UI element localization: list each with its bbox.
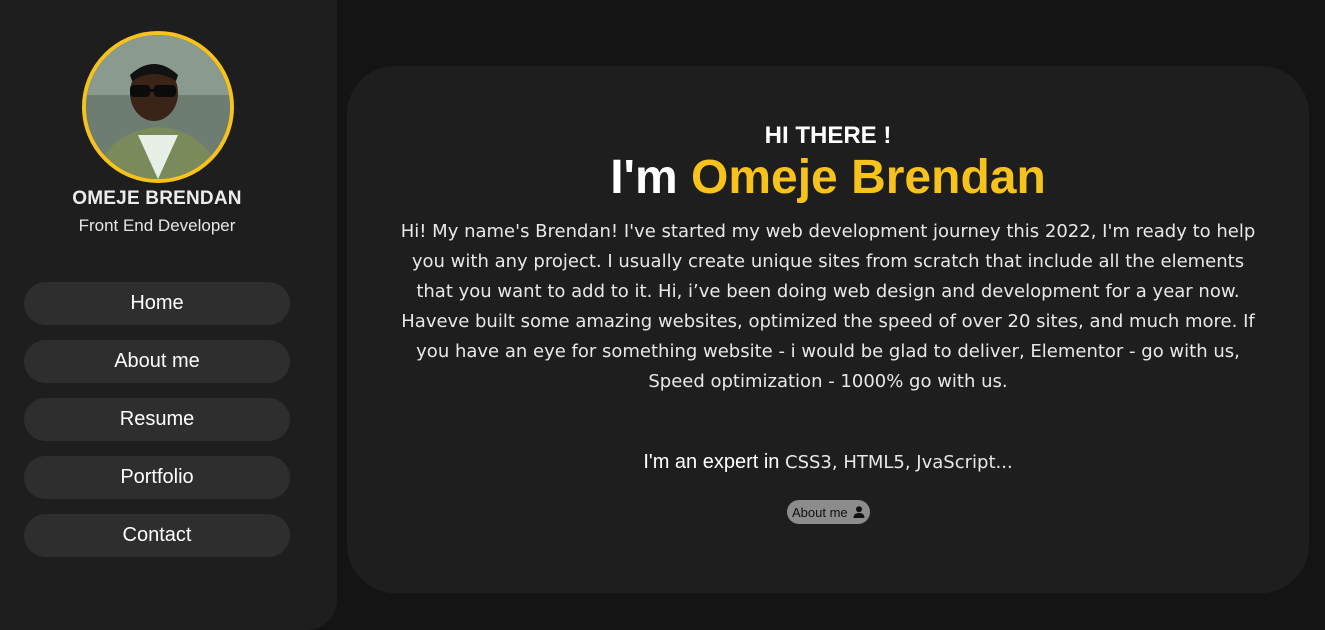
expertise-prefix: I'm an expert in <box>643 451 780 473</box>
hero-expertise: I'm an expert in CSS3, HTML5, JvaScript.… <box>347 451 1309 474</box>
expertise-skills: CSS3, HTML5, JvaScript... <box>785 452 1013 473</box>
nav-item-portfolio[interactable]: Portfolio <box>24 456 290 499</box>
sidebar: OMEJE BRENDAN Front End Developer Home A… <box>0 0 337 630</box>
profile-role: Front End Developer <box>78 216 236 235</box>
hero-intro: I'm <box>610 151 678 204</box>
hero-bio: Hi! My name's Brendan! I've started my w… <box>400 221 1256 392</box>
sidebar-nav: Home About me Resume Portfolio Contact <box>24 282 290 572</box>
hero-greeting: HI THERE ! <box>764 122 892 149</box>
profile-name: OMEJE BRENDAN <box>72 188 242 209</box>
nav-item-resume[interactable]: Resume <box>24 398 290 441</box>
hero-card: HI THERE ! I'm Omeje Brendan Hi! My name… <box>347 66 1309 593</box>
avatar <box>82 31 234 183</box>
nav-item-about[interactable]: About me <box>24 340 290 383</box>
hero-headline: I'm Omeje Brendan <box>347 150 1309 205</box>
about-me-button-label: About me <box>792 504 848 520</box>
nav-item-contact[interactable]: Contact <box>24 514 290 557</box>
nav-item-home[interactable]: Home <box>24 282 290 325</box>
user-icon <box>853 506 865 518</box>
avatar-photo-icon <box>86 35 230 179</box>
hero-name-highlight: Omeje Brendan <box>691 151 1046 204</box>
about-me-button[interactable]: About me <box>787 500 870 524</box>
